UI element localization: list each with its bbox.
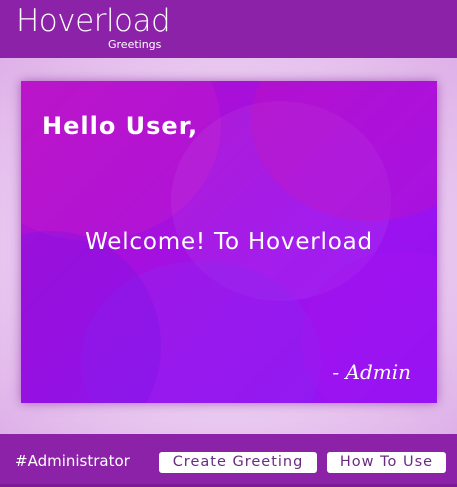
card-decorative-blob xyxy=(21,81,221,241)
card-decorative-blob xyxy=(81,261,321,403)
greeting-signature: - Admin xyxy=(332,360,411,384)
how-to-use-button[interactable]: How To Use xyxy=(327,452,446,473)
card-decorative-blob xyxy=(251,81,437,221)
app-header: Hoverload Greetings xyxy=(0,0,457,58)
username-label: #Administrator xyxy=(15,452,130,470)
create-greeting-button[interactable]: Create Greeting xyxy=(159,452,317,473)
logo-subtext: Greetings xyxy=(108,38,162,51)
greeting-message: Welcome! To Hoverload xyxy=(85,229,373,255)
greeting-title: Hello User, xyxy=(42,112,199,140)
app-footer: #Administrator Create Greeting How To Us… xyxy=(0,434,457,487)
greeting-card: Hello User, Welcome! To Hoverload - Admi… xyxy=(21,81,437,403)
logo-text: Hoverload xyxy=(16,3,171,39)
card-decorative-blob xyxy=(171,101,391,301)
